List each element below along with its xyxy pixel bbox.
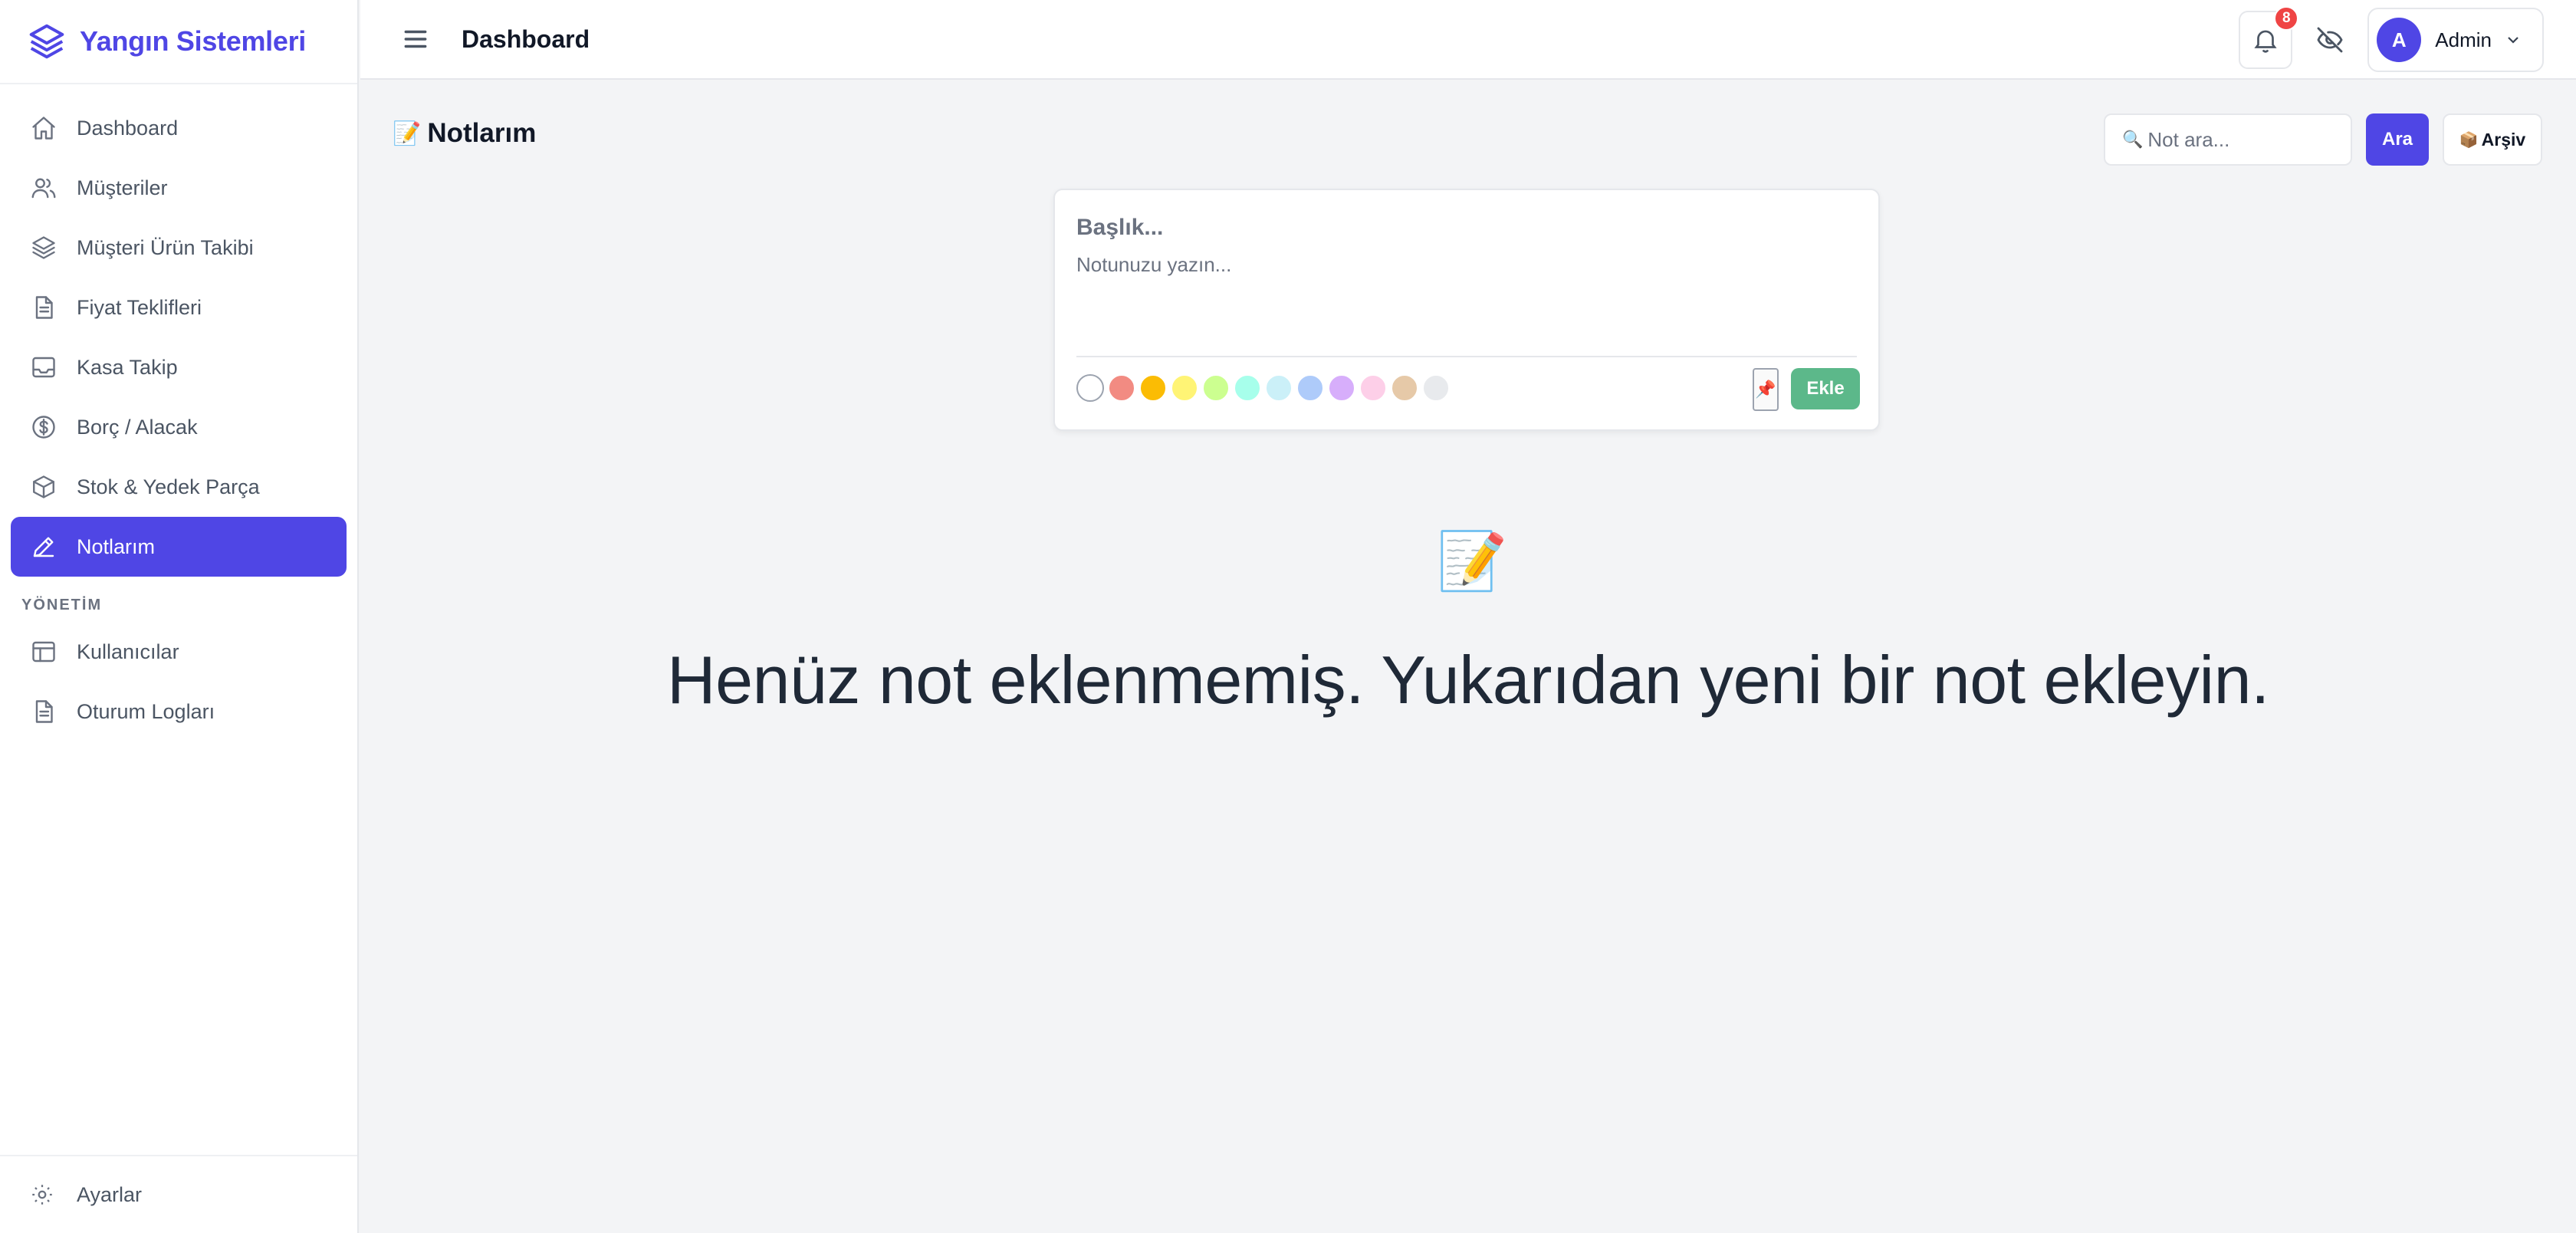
divider [1076,356,1857,357]
cube-icon [29,472,58,501]
sidebar-item-stock[interactable]: Stok & Yedek Parça [11,457,347,517]
search-button[interactable]: Ara [2366,113,2429,166]
chevron-down-icon [2504,31,2522,49]
sidebar-item-customers[interactable]: Müşteriler [11,158,347,218]
privacy-toggle-button[interactable] [2303,13,2357,67]
sidebar-item-quotes[interactable]: Fiyat Teklifleri [11,278,347,337]
color-swatch[interactable] [1202,374,1230,402]
pencil-icon [29,532,58,561]
page-title-text: Notlarım [427,118,537,148]
user-menu[interactable]: A Admin [2367,8,2544,72]
sidebar-item-label: Müşteriler [77,176,168,199]
inbox-icon [29,353,58,382]
brand-name: Yangın Sistemleri [80,25,307,57]
sidebar-item-label: Müşteri Ürün Takibi [77,235,254,259]
sidebar-item-label: Notlarım [77,534,156,558]
notifications-button[interactable]: 8 [2239,6,2299,69]
sidebar-item-product-tracking[interactable]: Müşteri Ürün Takibi [11,218,347,278]
search-input[interactable] [2147,127,2332,152]
sidebar-item-label: Kullanıcılar [77,640,179,663]
sidebar-item-dashboard[interactable]: Dashboard [11,98,347,158]
page-title: 📝 Notlarım [393,118,536,149]
sidebar-item-label: Borç / Alacak [77,415,198,439]
header-actions: 8 A Admin [2239,6,2544,72]
sidebar-item-label: Fiyat Teklifleri [77,295,202,319]
empty-state-message: Henüz not eklenmemiş. Yukarıdan yeni bir… [667,642,2269,718]
color-swatch[interactable] [1108,374,1135,402]
sidebar-item-users[interactable]: Kullanıcılar [11,622,347,682]
dollar-icon [29,413,58,442]
archive-button[interactable]: 📦 Arşiv [2443,113,2542,166]
color-swatch[interactable] [1265,374,1293,402]
sidebar-item-session-logs[interactable]: Oturum Logları [11,682,347,741]
user-name: Admin [2435,28,2492,51]
memo-icon: 📝 [393,120,422,146]
sidebar-nav: Dashboard Müşteriler Müşteri Ürün Takibi… [0,84,357,741]
document-icon [29,697,58,726]
notification-count-badge: 8 [2274,6,2299,31]
header-title: Dashboard [462,25,590,53]
home-icon [29,113,58,143]
gear-icon [29,1180,58,1209]
avatar: A [2377,18,2422,62]
note-body-input[interactable]: Notunuzu yazın... [1076,253,1231,277]
layers-logo-icon [29,24,64,59]
eye-off-icon [2317,27,2343,53]
sidebar-item-label: Oturum Logları [77,699,215,723]
users-icon [29,173,58,202]
brand[interactable]: Yangın Sistemleri [0,0,357,84]
color-swatch[interactable] [1391,374,1418,402]
package-icon: 📦 [2459,131,2479,149]
settings-label: Ayarlar [77,1182,143,1206]
color-swatch[interactable] [1139,374,1167,402]
color-swatch[interactable] [1328,374,1355,402]
color-swatch[interactable] [1171,374,1198,402]
sidebar-item-label: Dashboard [77,116,179,140]
color-swatch[interactable] [1422,374,1450,402]
color-swatch[interactable] [1234,374,1261,402]
sidebar-item-label: Kasa Takip [77,355,178,379]
color-swatch[interactable] [1076,374,1104,402]
sidebar-item-debt[interactable]: Borç / Alacak [11,397,347,457]
sidebar-item-label: Stok & Yedek Parça [77,475,260,498]
pin-button[interactable]: 📌 [1753,368,1779,411]
menu-toggle-button[interactable] [400,24,431,54]
section-label-admin: YÖNETİM [21,597,103,613]
layers-icon [29,233,58,262]
add-note-button[interactable]: Ekle [1791,368,1860,409]
sidebar-item-cash[interactable]: Kasa Takip [11,337,347,397]
bell-icon [2254,30,2277,53]
color-swatch[interactable] [1296,374,1324,402]
note-title-input[interactable]: Başlık... [1076,215,1163,241]
sidebar-item-settings[interactable]: Ayarlar [0,1155,357,1233]
search-icon: 🔍 [2122,130,2144,149]
table-icon [29,637,58,666]
color-picker [1076,374,1454,402]
topbar: Dashboard 8 A Admin [360,0,2576,80]
note-search[interactable]: 🔍 [2104,113,2352,166]
new-note-form: Başlık... Notunuzu yazın... 📌 Ekle [1053,189,1880,431]
archive-button-label: Arşiv [2481,129,2526,150]
memo-icon: 📝 [1437,529,1508,593]
sidebar: Yangın Sistemleri Dashboard Müşteriler M… [0,0,359,1233]
document-icon [29,293,58,322]
hamburger-icon [404,30,427,48]
sidebar-item-notes[interactable]: Notlarım [11,517,347,577]
color-swatch[interactable] [1359,374,1387,402]
